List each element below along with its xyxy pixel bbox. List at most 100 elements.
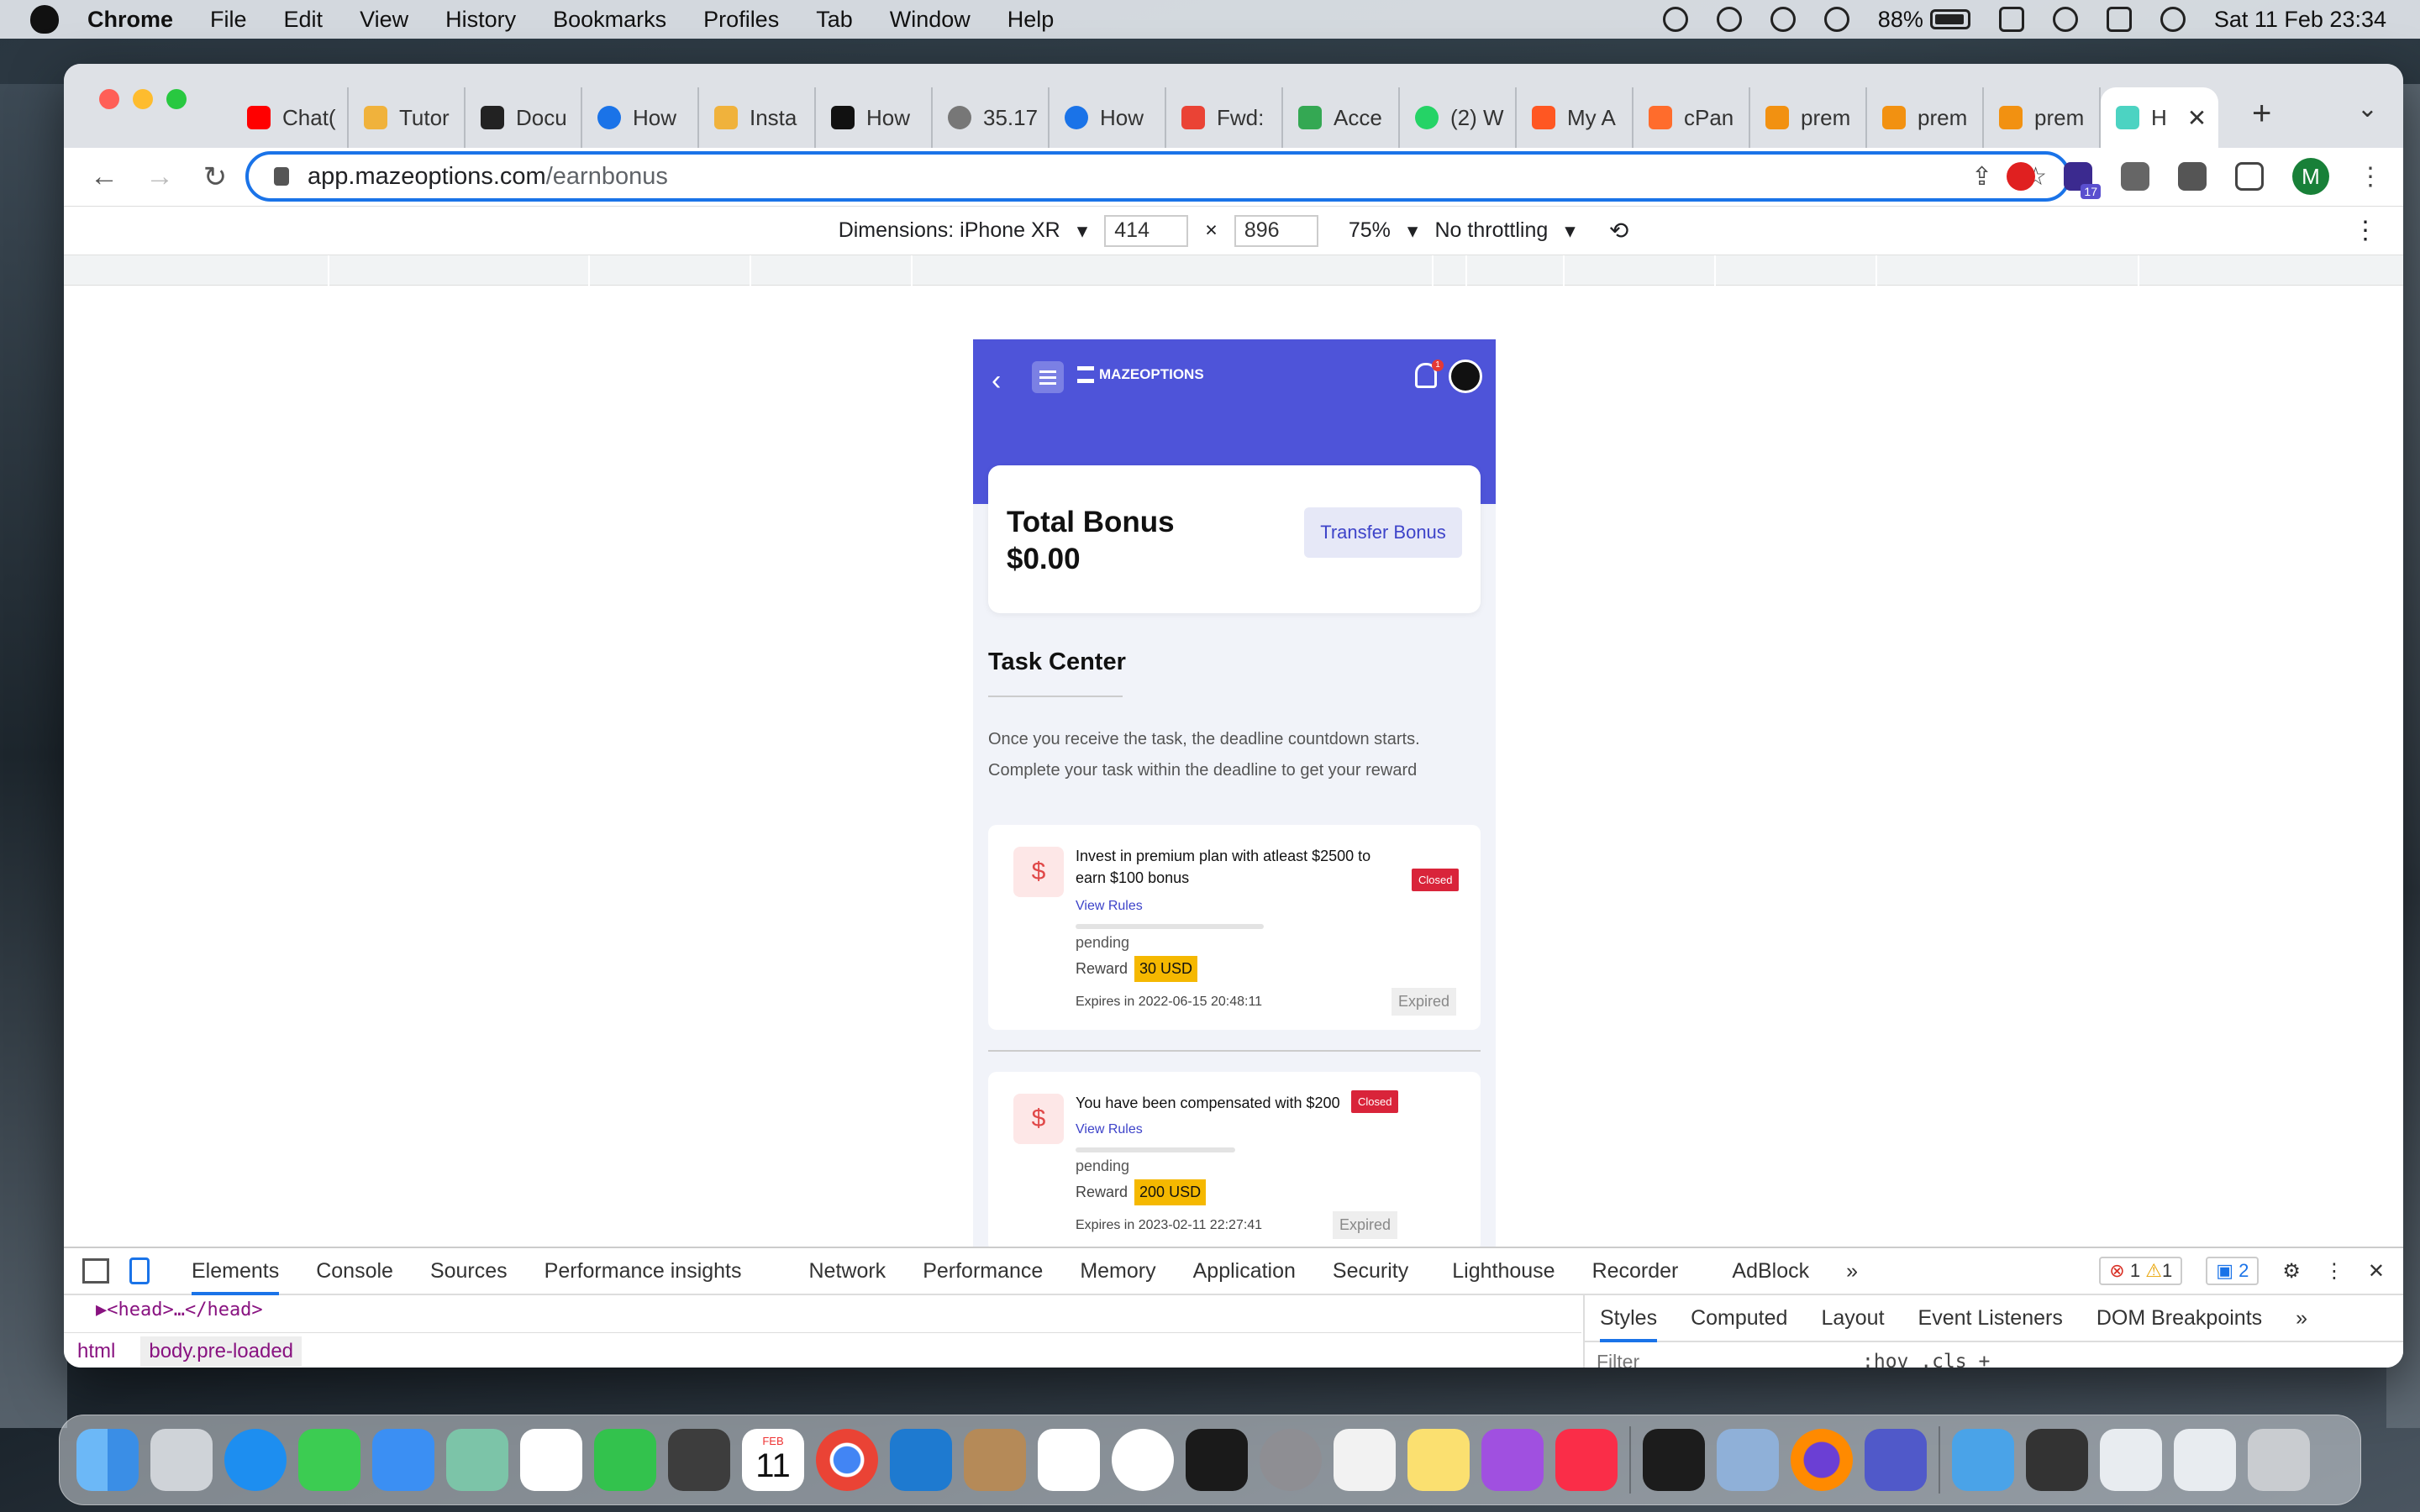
browser-tab-active[interactable]: H ✕	[2101, 87, 2218, 148]
devtools-tab-network[interactable]: Network	[809, 1259, 886, 1284]
search-icon[interactable]	[2052, 7, 2078, 32]
close-tab-icon[interactable]: ✕	[2187, 104, 2207, 132]
devtools-tab-lighthouse[interactable]: Lighthouse	[1452, 1259, 1555, 1284]
browser-tab[interactable]: Chat(	[232, 87, 349, 148]
browser-tab[interactable]: prem	[1984, 87, 2101, 148]
messages-icon[interactable]	[298, 1429, 360, 1491]
tab-search-chevron-icon[interactable]: ⌄	[2357, 94, 2378, 123]
device-width-input[interactable]: 414	[1104, 214, 1189, 247]
firefox-icon[interactable]	[1791, 1429, 1853, 1491]
apple-icon[interactable]	[30, 5, 59, 34]
devtools-tab-application[interactable]: Application	[1193, 1259, 1296, 1284]
address-bar[interactable]: app.mazeoptions.com/earnbonus ⇪ ☆	[245, 151, 2070, 202]
browser-tab[interactable]: Tutor	[349, 87, 466, 148]
menu-bookmarks[interactable]: Bookmarks	[553, 7, 666, 33]
rotate-icon[interactable]: ⟲	[1609, 217, 1628, 244]
issues-counter[interactable]: ⊗ 1 ⚠1	[2099, 1257, 2183, 1285]
view-rules-link[interactable]: View Rules	[1076, 899, 1143, 914]
browser-tab[interactable]: Fwd:	[1166, 87, 1283, 148]
trash-icon[interactable]	[2248, 1429, 2310, 1491]
settings-gear-icon[interactable]: ⚙	[2282, 1259, 2301, 1284]
browser-tab[interactable]: Insta	[699, 87, 816, 148]
menu-window[interactable]: Window	[890, 7, 971, 33]
music-icon[interactable]	[1555, 1429, 1618, 1491]
finder-icon[interactable]	[76, 1429, 139, 1491]
share-icon[interactable]: ⇪	[1971, 162, 1992, 192]
messages-counter[interactable]: ▣ 2	[2206, 1257, 2260, 1285]
devtools-tab-performance[interactable]: Performance	[923, 1259, 1043, 1284]
battery-indicator[interactable]: 88%	[1878, 7, 1970, 33]
forward-button[interactable]: →	[145, 160, 175, 193]
zoom-select[interactable]: 75%	[1349, 218, 1391, 243]
device-height-input[interactable]: 896	[1234, 214, 1318, 247]
view-rules-link[interactable]: View Rules	[1076, 1122, 1143, 1137]
contacts-icon[interactable]	[964, 1429, 1026, 1491]
close-devtools-icon[interactable]: ✕	[2368, 1259, 2385, 1284]
close-window-button[interactable]	[99, 89, 119, 109]
browser-tab[interactable]: How	[582, 87, 699, 148]
styles-tab[interactable]: Styles	[1600, 1306, 1658, 1342]
breadcrumb-body[interactable]: body.pre-loaded	[140, 1336, 302, 1367]
browser-tab[interactable]: 35.17	[933, 87, 1050, 148]
devtools-tab-console[interactable]: Console	[316, 1259, 393, 1284]
more-tabs-chevron-icon[interactable]: »	[2296, 1306, 2307, 1331]
expired-button[interactable]: Expired	[1333, 1211, 1398, 1239]
browser-tab[interactable]: prem	[1867, 87, 1984, 148]
launchpad-icon[interactable]	[150, 1429, 213, 1491]
devtools-tab-performance-insights[interactable]: Performance insights	[544, 1259, 742, 1284]
reminders-icon[interactable]	[1038, 1429, 1100, 1491]
link-icon[interactable]	[1998, 7, 2024, 32]
layout-tab[interactable]: Layout	[1821, 1306, 1884, 1331]
event-listeners-tab[interactable]: Event Listeners	[1918, 1306, 2063, 1331]
menu-profiles[interactable]: Profiles	[703, 7, 779, 33]
zoom-window-button[interactable]	[166, 89, 187, 109]
browser-tab[interactable]: Acce	[1283, 87, 1400, 148]
expired-button[interactable]: Expired	[1392, 988, 1457, 1016]
chrome-icon[interactable]	[816, 1429, 878, 1491]
podcasts-icon[interactable]	[1481, 1429, 1544, 1491]
transfer-bonus-button[interactable]: Transfer Bonus	[1304, 507, 1462, 558]
kebab-menu-icon[interactable]: ⋮	[2358, 162, 2383, 192]
devtools-tab-sources[interactable]: Sources	[430, 1259, 508, 1284]
devtools-tab-adblock[interactable]: AdBlock	[1732, 1259, 1809, 1284]
devtools-tab-elements[interactable]: Elements	[192, 1259, 280, 1295]
system-preferences-icon[interactable]	[1260, 1429, 1322, 1491]
browser-tab[interactable]: cPan	[1634, 87, 1750, 148]
device-toggle-icon[interactable]	[129, 1257, 150, 1284]
puzzle-icon[interactable]	[2121, 162, 2149, 191]
browser-tab[interactable]: prem	[1750, 87, 1867, 148]
minimize-window-button[interactable]	[133, 89, 153, 109]
vscode-icon[interactable]	[890, 1429, 952, 1491]
more-tabs-chevron-icon[interactable]: »	[1846, 1259, 1858, 1284]
browser-tab[interactable]: (2) W	[1400, 87, 1517, 148]
safari-icon[interactable]	[224, 1429, 287, 1491]
extension-icon[interactable]: 17	[2064, 162, 2101, 199]
recent-window-thumbnail[interactable]	[2100, 1429, 2162, 1491]
control-center-icon[interactable]	[2106, 7, 2132, 32]
menu-tab[interactable]: Tab	[816, 7, 853, 33]
play-icon[interactable]	[1770, 7, 1796, 32]
lock-icon[interactable]	[274, 167, 289, 186]
siri-icon[interactable]	[2160, 7, 2186, 32]
terminal-icon[interactable]	[1186, 1429, 1248, 1491]
recent-window-thumbnail[interactable]	[2026, 1429, 2088, 1491]
brand-logo[interactable]: MAZEOPTIONS	[1077, 366, 1204, 383]
breadcrumb-html[interactable]: html	[77, 1340, 115, 1363]
media-icon[interactable]	[2178, 162, 2207, 191]
moon-icon[interactable]	[1716, 7, 1742, 32]
adblock-icon[interactable]	[2007, 162, 2035, 191]
facetime-icon[interactable]	[594, 1429, 656, 1491]
back-chevron-icon[interactable]: ‹	[992, 365, 1001, 397]
chevron-down-icon[interactable]: ▾	[1077, 218, 1088, 244]
textedit-icon[interactable]	[1334, 1429, 1396, 1491]
bluetooth-icon[interactable]	[1823, 7, 1849, 32]
sublime-text-icon[interactable]	[668, 1429, 730, 1491]
device-toolbar-menu-icon[interactable]: ⋮	[2353, 216, 2378, 245]
media-query-ruler[interactable]	[64, 255, 2403, 286]
inspect-element-icon[interactable]	[82, 1258, 109, 1284]
devtools-tab-recorder[interactable]: Recorder	[1592, 1259, 1679, 1284]
notes-icon[interactable]	[1407, 1429, 1470, 1491]
photos-icon[interactable]	[520, 1429, 582, 1491]
hamburger-menu-icon[interactable]	[1032, 361, 1064, 393]
reload-button[interactable]: ↻	[200, 160, 230, 194]
